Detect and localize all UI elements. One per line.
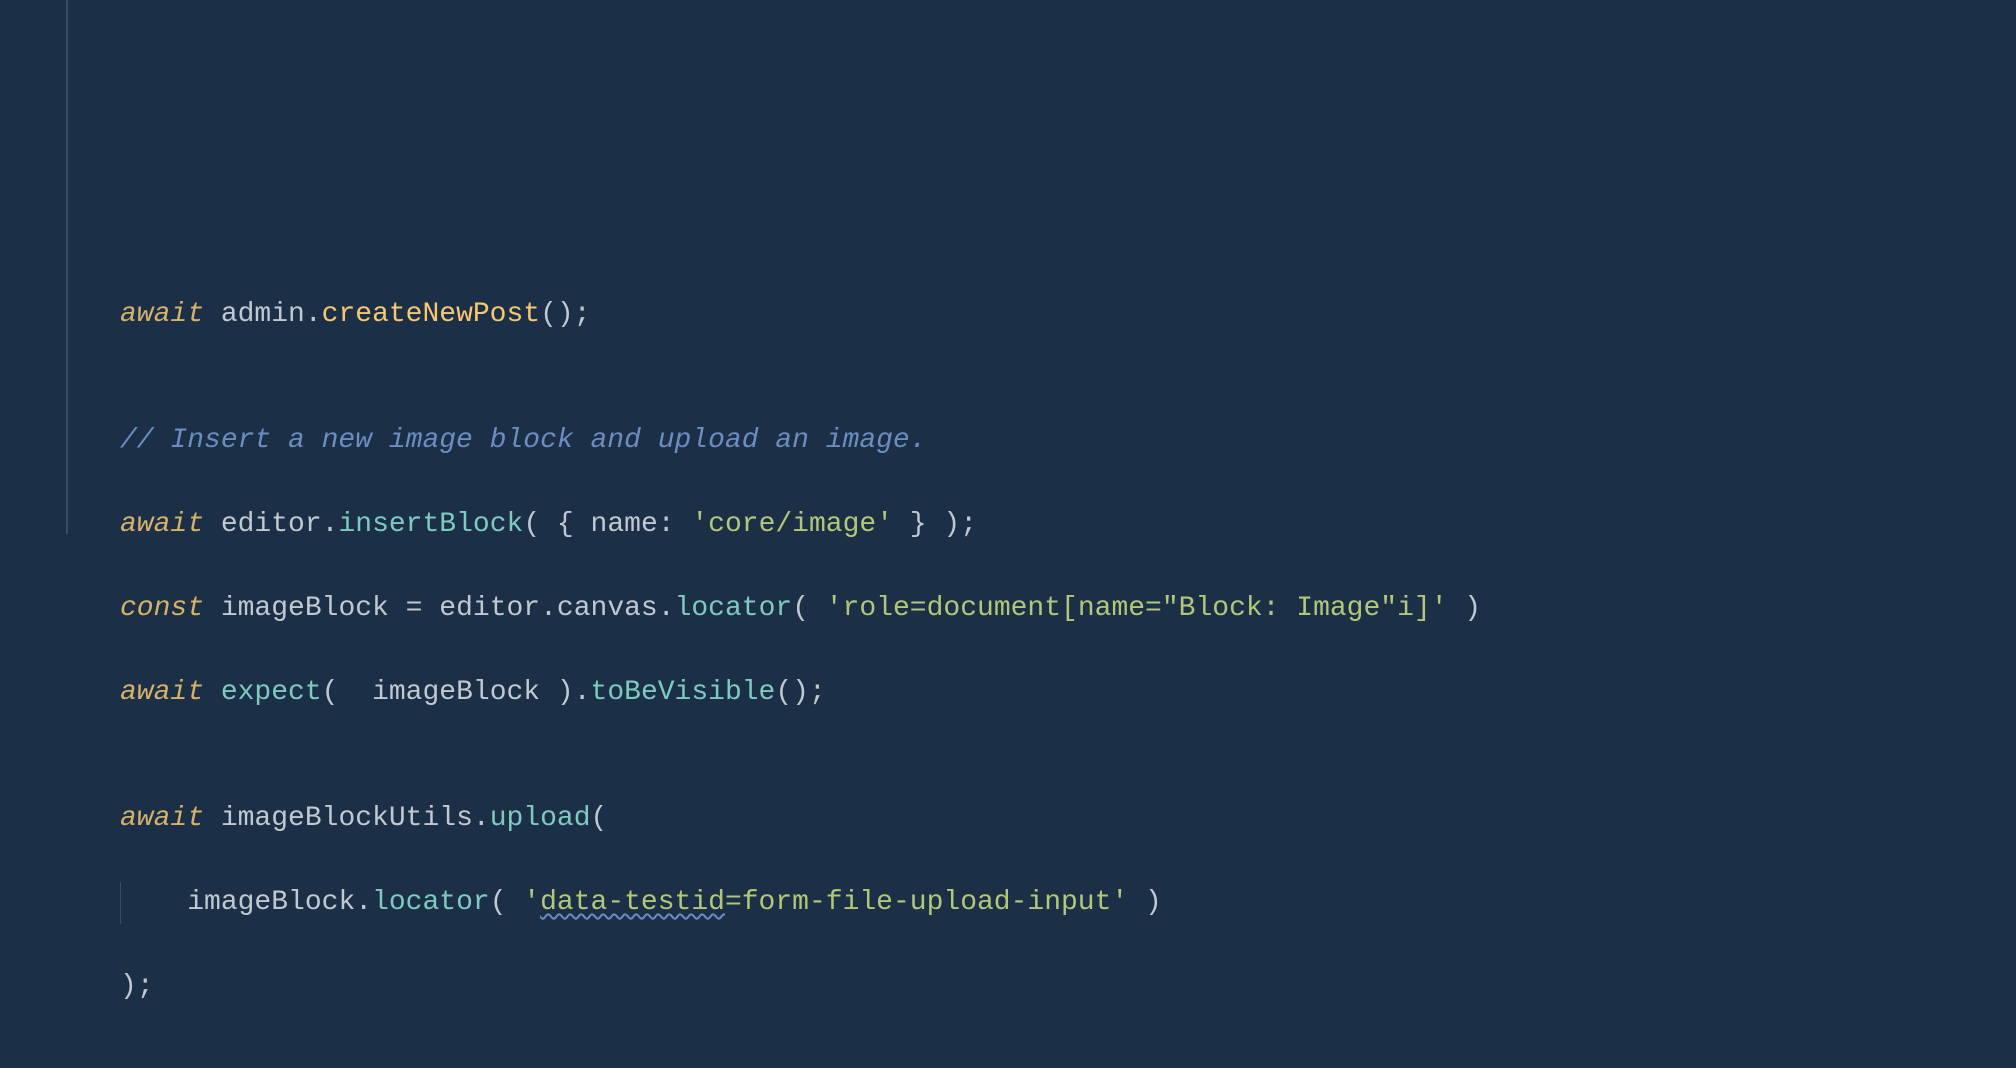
identifier: imageBlockUtils (221, 803, 473, 834)
dot: . (322, 509, 339, 540)
keyword-await: await (120, 509, 204, 540)
keyword-await: await (120, 299, 204, 330)
open: ( (490, 887, 524, 918)
property: canvas (557, 593, 658, 624)
identifier: imageBlock (187, 887, 355, 918)
close: ) (120, 971, 137, 1002)
code-line: await expect( imageBlock ).toBeVisible()… (120, 672, 2016, 714)
string-literal: 'data-testid=form-file-upload-input' (523, 887, 1128, 918)
linter-warning: data-testid (540, 887, 725, 918)
identifier: editor (439, 593, 540, 624)
dot: . (574, 677, 591, 708)
code-line: await imageBlockUtils.upload( (120, 798, 2016, 840)
open: ( { (523, 509, 590, 540)
dot: . (305, 299, 322, 330)
string-literal: 'role=document[name="Block: Image"i]' (826, 593, 1448, 624)
keyword-await: await (120, 677, 204, 708)
open: ( (792, 593, 826, 624)
method-call: locator (675, 593, 793, 624)
comment: // Insert a new image block and upload a… (120, 425, 927, 456)
argument: imageBlock (355, 677, 557, 708)
dot: . (473, 803, 490, 834)
keyword-await: await (120, 803, 204, 834)
gutter-border (66, 0, 68, 534)
code-line: ); (120, 966, 2016, 1008)
dot: . (355, 887, 372, 918)
identifier: admin (221, 299, 305, 330)
semicolon: ; (960, 509, 977, 540)
open: ( (591, 803, 608, 834)
open: ( (322, 677, 356, 708)
method-call: createNewPost (322, 299, 540, 330)
identifier: editor (221, 509, 322, 540)
code-line: await editor.insertBlock( { name: 'core/… (120, 504, 2016, 546)
close: ) (1448, 593, 1482, 624)
method-call: toBeVisible (591, 677, 776, 708)
string-tail: =form-file-upload-input' (725, 887, 1128, 918)
semicolon: ; (137, 971, 154, 1002)
identifier: imageBlock (221, 593, 389, 624)
dot: . (540, 593, 557, 624)
close: ) (557, 677, 574, 708)
semicolon: ; (809, 677, 826, 708)
code-editor[interactable]: await admin.createNewPost(); // Insert a… (0, 252, 2016, 1050)
code-line: // Insert a new image block and upload a… (120, 420, 2016, 462)
function-call: expect (221, 677, 322, 708)
indent-guide (120, 882, 121, 924)
method-call: insertBlock (338, 509, 523, 540)
code-line: imageBlock.locator( 'data-testid=form-fi… (120, 882, 2016, 924)
object-key: name (591, 509, 658, 540)
string-quote: ' (523, 887, 540, 918)
colon: : (658, 509, 692, 540)
string-literal: 'core/image' (691, 509, 893, 540)
semicolon: ; (574, 299, 591, 330)
method-call: upload (490, 803, 591, 834)
dot: . (658, 593, 675, 624)
method-call: locator (372, 887, 490, 918)
code-line: await admin.createNewPost(); (120, 294, 2016, 336)
equals: = (389, 593, 439, 624)
close: } ) (893, 509, 960, 540)
close: ) (1128, 887, 1162, 918)
parens: () (540, 299, 574, 330)
parens: () (775, 677, 809, 708)
keyword-const: const (120, 593, 204, 624)
code-line: const imageBlock = editor.canvas.locator… (120, 588, 2016, 630)
